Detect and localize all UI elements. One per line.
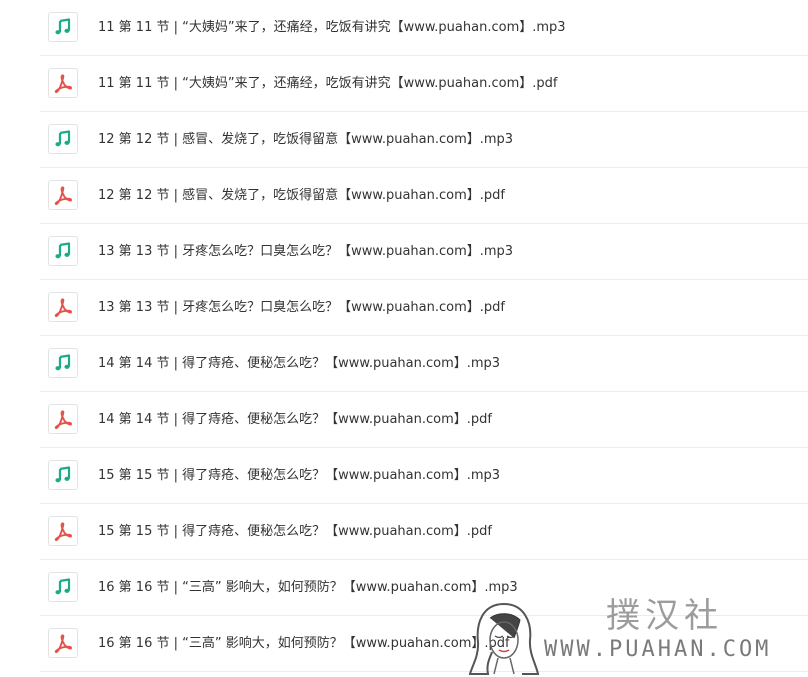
file-name[interactable]: 11 第 11 节 | “大姨妈”来了，还痛经，吃饭有讲究【www.puahan…	[98, 19, 566, 37]
file-list: 11 第 11 节 | “大姨妈”来了，还痛经，吃饭有讲究【www.puahan…	[0, 0, 808, 672]
file-row[interactable]: 12 第 12 节 | 感冒、发烧了，吃饭得留意【www.puahan.com】…	[40, 168, 808, 224]
file-row[interactable]: 16 第 16 节 | “三高” 影响大，如何预防？【www.puahan.co…	[40, 616, 808, 672]
file-row[interactable]: 15 第 15 节 | 得了痔疮、便秘怎么吃？【www.puahan.com】.…	[40, 504, 808, 560]
file-name[interactable]: 15 第 15 节 | 得了痔疮、便秘怎么吃？【www.puahan.com】.…	[98, 467, 500, 485]
file-name[interactable]: 14 第 14 节 | 得了痔疮、便秘怎么吃？【www.puahan.com】.…	[98, 355, 500, 373]
file-row[interactable]: 15 第 15 节 | 得了痔疮、便秘怎么吃？【www.puahan.com】.…	[40, 448, 808, 504]
file-name[interactable]: 14 第 14 节 | 得了痔疮、便秘怎么吃？【www.puahan.com】.…	[98, 411, 492, 429]
file-name[interactable]: 16 第 16 节 | “三高” 影响大，如何预防？【www.puahan.co…	[98, 635, 510, 653]
pdf-icon	[48, 628, 78, 658]
file-row[interactable]: 11 第 11 节 | “大姨妈”来了，还痛经，吃饭有讲究【www.puahan…	[40, 56, 808, 112]
file-row[interactable]: 14 第 14 节 | 得了痔疮、便秘怎么吃？【www.puahan.com】.…	[40, 392, 808, 448]
pdf-icon	[48, 68, 78, 98]
music-note-icon	[48, 460, 78, 490]
music-note-icon	[48, 572, 78, 602]
pdf-icon	[48, 180, 78, 210]
pdf-icon	[48, 516, 78, 546]
file-row[interactable]: 13 第 13 节 | 牙疼怎么吃？口臭怎么吃？【www.puahan.com】…	[40, 280, 808, 336]
file-name[interactable]: 15 第 15 节 | 得了痔疮、便秘怎么吃？【www.puahan.com】.…	[98, 523, 492, 541]
file-row[interactable]: 16 第 16 节 | “三高” 影响大，如何预防？【www.puahan.co…	[40, 560, 808, 616]
file-name[interactable]: 12 第 12 节 | 感冒、发烧了，吃饭得留意【www.puahan.com】…	[98, 131, 513, 149]
music-note-icon	[48, 348, 78, 378]
pdf-icon	[48, 292, 78, 322]
file-row[interactable]: 12 第 12 节 | 感冒、发烧了，吃饭得留意【www.puahan.com】…	[40, 112, 808, 168]
file-name[interactable]: 12 第 12 节 | 感冒、发烧了，吃饭得留意【www.puahan.com】…	[98, 187, 505, 205]
music-note-icon	[48, 12, 78, 42]
file-row[interactable]: 13 第 13 节 | 牙疼怎么吃？口臭怎么吃？【www.puahan.com】…	[40, 224, 808, 280]
music-note-icon	[48, 236, 78, 266]
pdf-icon	[48, 404, 78, 434]
file-name[interactable]: 16 第 16 节 | “三高” 影响大，如何预防？【www.puahan.co…	[98, 579, 518, 597]
music-note-icon	[48, 124, 78, 154]
file-row[interactable]: 11 第 11 节 | “大姨妈”来了，还痛经，吃饭有讲究【www.puahan…	[40, 0, 808, 56]
file-name[interactable]: 13 第 13 节 | 牙疼怎么吃？口臭怎么吃？【www.puahan.com】…	[98, 243, 513, 261]
file-name[interactable]: 11 第 11 节 | “大姨妈”来了，还痛经，吃饭有讲究【www.puahan…	[98, 75, 557, 93]
file-row[interactable]: 14 第 14 节 | 得了痔疮、便秘怎么吃？【www.puahan.com】.…	[40, 336, 808, 392]
file-name[interactable]: 13 第 13 节 | 牙疼怎么吃？口臭怎么吃？【www.puahan.com】…	[98, 299, 505, 317]
